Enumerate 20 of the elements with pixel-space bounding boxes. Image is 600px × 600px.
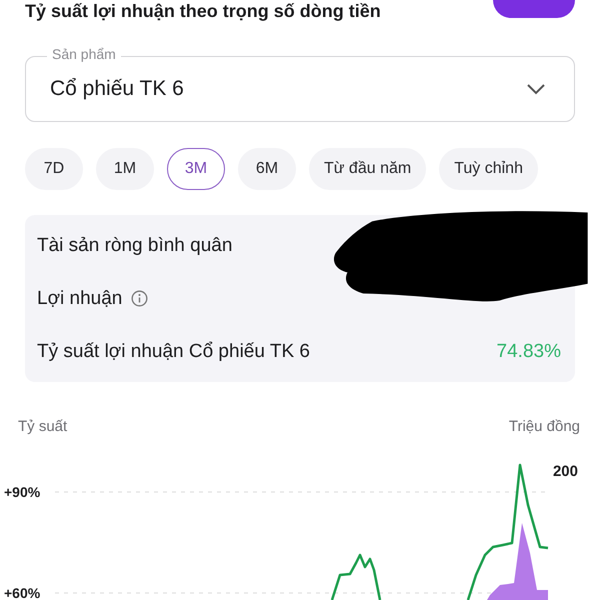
period-tab[interactable]: 7D	[25, 148, 83, 190]
info-icon[interactable]	[131, 290, 148, 307]
select-label: Sản phẩm	[47, 46, 121, 62]
axis-title: Triệu đồng	[508, 418, 580, 435]
period-tab[interactable]: 1M	[96, 148, 154, 190]
period-tab[interactable]: 6M	[238, 148, 296, 190]
summary-label: Lợi nhuận	[37, 288, 122, 310]
axis-title: Tỷ suất	[18, 418, 68, 435]
summary-label: Tài sản ròng bình quân	[37, 234, 232, 256]
page-title: Tỷ suất lợi nhuận theo trọng số dòng tiền	[25, 0, 381, 22]
summary-value: 74.83%	[496, 340, 561, 362]
axis-tick-label: +90%	[4, 484, 40, 500]
summary-label: Tỷ suất lợi nhuận Cổ phiếu TK 6	[37, 340, 310, 362]
axis-tick-label: 200	[552, 463, 578, 480]
axis-tick-label: +60%	[4, 585, 40, 600]
period-tab[interactable]: Từ đầu năm	[309, 148, 426, 190]
period-tab[interactable]: Tuỳ chỉnh	[439, 148, 538, 190]
period-tab[interactable]: 3M	[167, 148, 225, 190]
chevron-down-icon	[526, 83, 546, 95]
action-button[interactable]	[493, 0, 575, 18]
